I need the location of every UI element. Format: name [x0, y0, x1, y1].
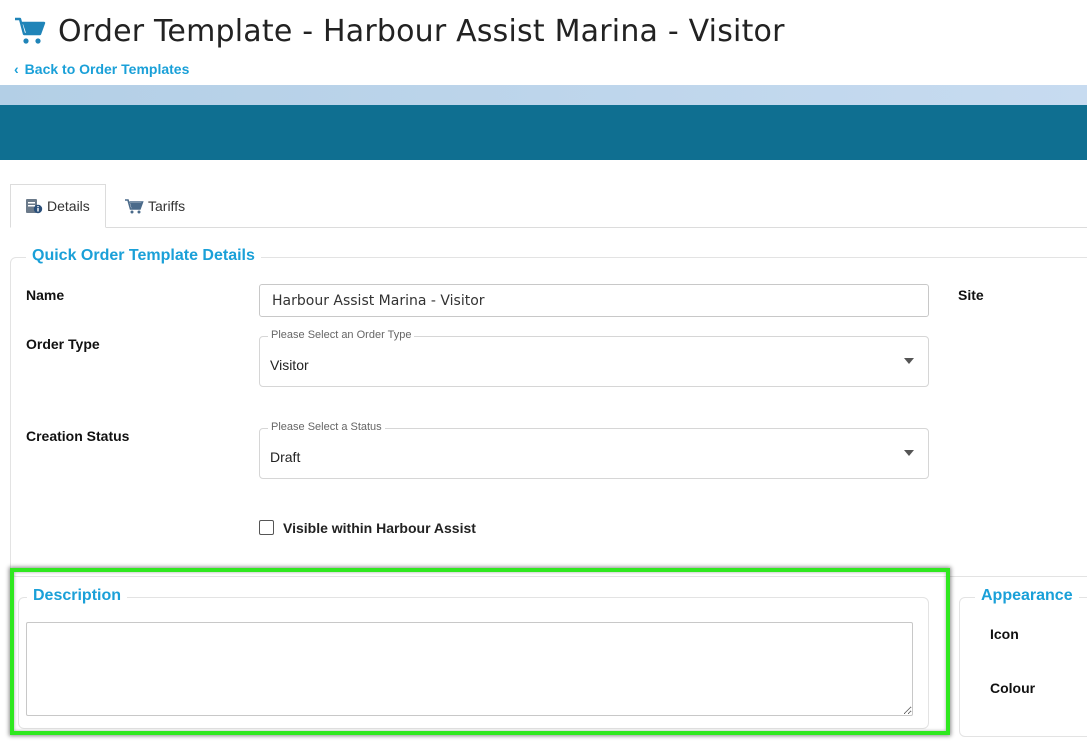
tab-bar: Details Tariffs: [10, 184, 1087, 228]
tab-details-label: Details: [47, 198, 90, 214]
chevron-left-icon: ‹: [14, 61, 19, 77]
creation-status-label: Creation Status: [26, 428, 130, 444]
visible-checkbox-label: Visible within Harbour Assist: [283, 520, 476, 536]
visible-checkbox[interactable]: [259, 520, 274, 535]
order-type-value: Visitor: [270, 357, 309, 373]
name-label: Name: [26, 287, 65, 303]
dropdown-caret-icon: [904, 450, 914, 456]
details-legend: Quick Order Template Details: [26, 247, 261, 265]
site-label: Site: [958, 287, 984, 303]
description-legend: Description: [27, 587, 128, 605]
order-type-placeholder: Please Select an Order Type: [268, 329, 415, 341]
tab-tariffs-label: Tariffs: [148, 198, 186, 214]
description-textarea[interactable]: [26, 622, 913, 716]
header-band-light: [0, 85, 1087, 105]
tab-tariffs[interactable]: Tariffs: [110, 184, 199, 228]
creation-status-value: Draft: [270, 449, 301, 465]
appearance-legend: Appearance: [975, 587, 1079, 605]
header-band: [0, 105, 1087, 160]
dropdown-caret-icon: [904, 358, 914, 364]
order-type-select[interactable]: Please Select an Order Type Visitor: [259, 329, 929, 387]
shopping-cart-icon: [15, 17, 46, 44]
appearance-panel: [959, 597, 1087, 737]
page-header: Order Template - Harbour Assist Marina -…: [0, 0, 1087, 85]
colour-label: Colour: [990, 680, 1036, 696]
page-title: Order Template - Harbour Assist Marina -…: [58, 14, 785, 49]
tab-details[interactable]: Details: [10, 184, 106, 228]
creation-status-placeholder: Please Select a Status: [268, 421, 385, 433]
icon-label: Icon: [990, 626, 1019, 642]
shopping-cart-icon: [125, 199, 144, 214]
back-to-order-templates-link[interactable]: ‹ Back to Order Templates: [14, 61, 189, 77]
order-type-label: Order Type: [26, 336, 100, 352]
details-info-icon: [26, 199, 43, 214]
creation-status-select[interactable]: Please Select a Status Draft: [259, 421, 929, 479]
back-link-label: Back to Order Templates: [24, 61, 190, 77]
name-input[interactable]: Harbour Assist Marina - Visitor: [259, 284, 929, 317]
